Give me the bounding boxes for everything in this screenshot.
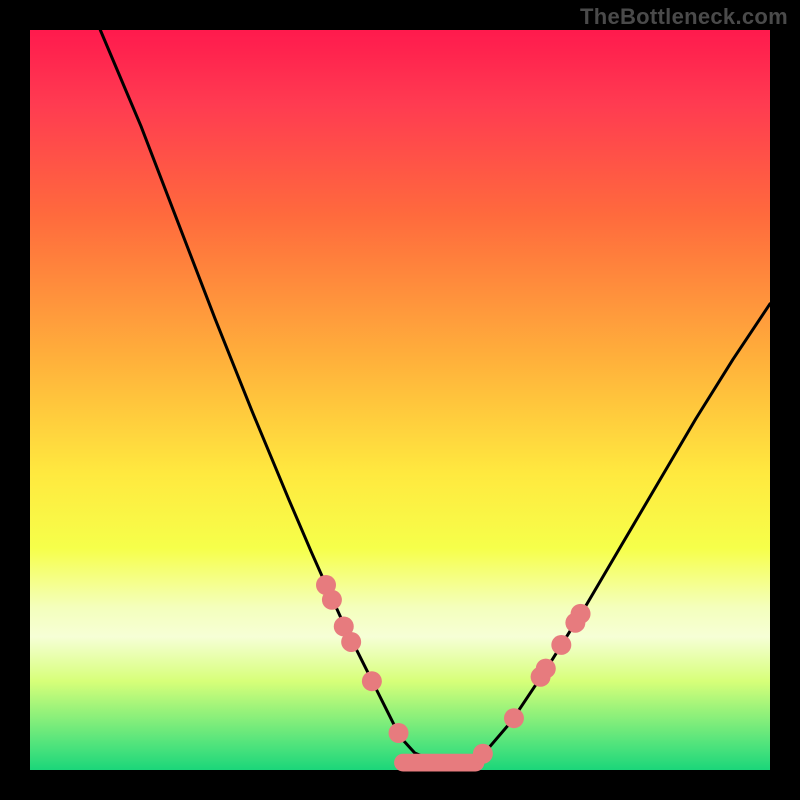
chart-svg: [30, 30, 770, 770]
curve-marker: [389, 723, 409, 743]
outer-frame: TheBottleneck.com: [0, 0, 800, 800]
bottleneck-curve: [100, 30, 770, 763]
curve-marker: [473, 744, 493, 764]
curve-marker: [341, 632, 361, 652]
curve-marker: [362, 671, 382, 691]
curve-markers: [316, 575, 591, 764]
curve-marker: [536, 659, 556, 679]
watermark-text: TheBottleneck.com: [580, 4, 788, 30]
curve-marker: [551, 635, 571, 655]
curve-marker: [504, 708, 524, 728]
curve-marker: [571, 604, 591, 624]
plot-area: [30, 30, 770, 770]
curve-marker: [322, 590, 342, 610]
